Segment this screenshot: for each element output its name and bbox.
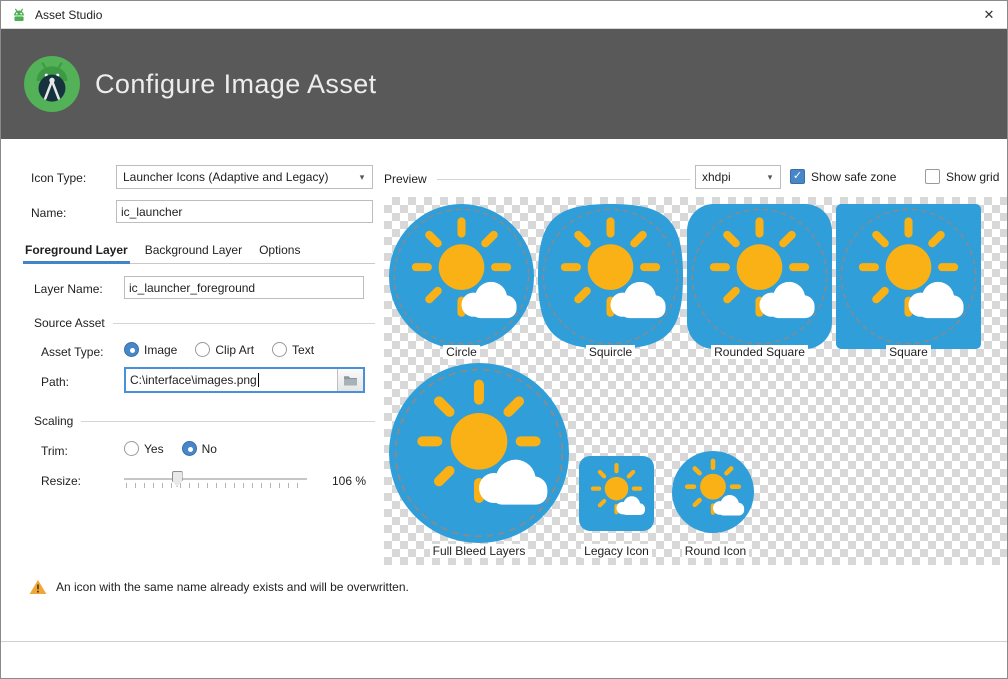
preview-tile-label: Squircle bbox=[538, 345, 683, 359]
preview-canvas: Circle Squircle Rounded Square Square Fu… bbox=[384, 197, 1008, 565]
show-grid-checkbox[interactable]: Show grid bbox=[925, 169, 999, 184]
checkbox-box bbox=[925, 169, 940, 184]
warning-icon bbox=[29, 579, 47, 595]
radio-image[interactable]: Image bbox=[124, 342, 177, 357]
preview-tile-label: Circle bbox=[389, 345, 534, 359]
slider-track[interactable] bbox=[124, 478, 307, 480]
footer: ? Previous Next Cancel Finish bbox=[1, 641, 1007, 679]
radio-trim-yes[interactable]: Yes bbox=[124, 441, 164, 456]
preview-tile-label: Full Bleed Layers bbox=[389, 544, 569, 558]
radio-text-label: Text bbox=[292, 343, 314, 357]
tab-options[interactable]: Options bbox=[257, 240, 302, 264]
preview-tile-label: Square bbox=[836, 345, 981, 359]
asset-type-radio-group: Image Clip Art Text bbox=[124, 342, 314, 357]
group-divider bbox=[81, 421, 375, 422]
preview-round-icon bbox=[672, 451, 754, 533]
asset-type-label: Asset Type: bbox=[41, 345, 103, 359]
radio-trim-yes-control bbox=[124, 441, 139, 456]
radio-trim-no-label: No bbox=[202, 442, 217, 456]
checkbox-check-icon: ✓ bbox=[790, 169, 805, 184]
name-input[interactable] bbox=[116, 200, 373, 223]
path-input[interactable]: C:\interface\images.png bbox=[126, 369, 337, 391]
group-divider bbox=[437, 179, 690, 180]
radio-trim-no[interactable]: No bbox=[182, 441, 217, 456]
android-studio-logo-icon bbox=[23, 55, 81, 113]
path-field: C:\interface\images.png bbox=[124, 367, 365, 393]
preview-tile-label: Rounded Square bbox=[687, 345, 832, 359]
asset-studio-dialog: Asset Studio ✕ Configure Image Asset Ico… bbox=[0, 0, 1008, 679]
warning-message: An icon with the same name already exist… bbox=[29, 579, 409, 595]
trim-label: Trim: bbox=[41, 444, 68, 458]
preview-full-bleed-icon bbox=[389, 363, 569, 543]
preview-square-icon bbox=[836, 204, 981, 349]
icon-type-dropdown[interactable]: Launcher Icons (Adaptive and Legacy) ▾ bbox=[116, 165, 373, 189]
radio-image-control bbox=[124, 342, 139, 357]
density-dropdown[interactable]: xhdpi ▾ bbox=[695, 165, 781, 189]
layer-name-label: Layer Name: bbox=[34, 282, 103, 296]
text-caret bbox=[258, 373, 259, 387]
source-asset-group: Source Asset bbox=[34, 316, 375, 330]
show-grid-label: Show grid bbox=[946, 170, 999, 184]
preview-tile-label: Round Icon bbox=[643, 544, 788, 558]
icon-type-value: Launcher Icons (Adaptive and Legacy) bbox=[117, 170, 352, 184]
density-value: xhdpi bbox=[696, 170, 760, 184]
radio-trim-yes-label: Yes bbox=[144, 442, 164, 456]
preview-label: Preview bbox=[384, 172, 427, 186]
browse-button[interactable] bbox=[337, 369, 363, 391]
radio-clip-art[interactable]: Clip Art bbox=[195, 342, 254, 357]
tab-foreground-layer[interactable]: Foreground Layer bbox=[23, 240, 130, 264]
preview-legacy-icon bbox=[579, 456, 654, 531]
resize-label: Resize: bbox=[41, 474, 81, 488]
icon-type-label: Icon Type: bbox=[31, 171, 86, 185]
radio-image-label: Image bbox=[144, 343, 177, 357]
source-asset-group-label: Source Asset bbox=[34, 316, 105, 330]
scaling-group: Scaling bbox=[34, 414, 375, 428]
dialog-header: Configure Image Asset bbox=[1, 29, 1007, 139]
group-divider bbox=[113, 323, 375, 324]
layer-name-input[interactable] bbox=[124, 276, 364, 299]
scaling-group-label: Scaling bbox=[34, 414, 73, 428]
show-safe-zone-checkbox[interactable]: ✓ Show safe zone bbox=[790, 169, 896, 184]
radio-clip-art-control bbox=[195, 342, 210, 357]
chevron-down-icon: ▾ bbox=[760, 172, 780, 183]
chevron-down-icon: ▾ bbox=[352, 172, 372, 183]
slider-ticks bbox=[126, 483, 305, 488]
radio-text[interactable]: Text bbox=[272, 342, 314, 357]
titlebar: Asset Studio ✕ bbox=[1, 1, 1007, 29]
trim-radio-group: Yes No bbox=[124, 441, 217, 456]
warning-text: An icon with the same name already exist… bbox=[56, 580, 409, 594]
radio-trim-no-control bbox=[182, 441, 197, 456]
preview-rounded-square-icon bbox=[687, 204, 832, 349]
show-safe-zone-label: Show safe zone bbox=[811, 170, 896, 184]
close-button[interactable]: ✕ bbox=[971, 1, 1007, 28]
android-icon bbox=[11, 7, 27, 23]
path-label: Path: bbox=[41, 375, 69, 389]
radio-text-control bbox=[272, 342, 287, 357]
tab-background-layer[interactable]: Background Layer bbox=[143, 240, 244, 264]
window-title: Asset Studio bbox=[35, 8, 102, 22]
folder-icon bbox=[343, 374, 358, 386]
page-title: Configure Image Asset bbox=[95, 69, 377, 100]
preview-squircle-icon bbox=[538, 204, 683, 349]
radio-clip-art-label: Clip Art bbox=[215, 343, 254, 357]
path-value: C:\interface\images.png bbox=[130, 373, 257, 387]
layer-tabs: Foreground Layer Background Layer Option… bbox=[23, 240, 375, 264]
name-label: Name: bbox=[31, 206, 66, 220]
resize-slider[interactable] bbox=[124, 469, 307, 491]
preview-circle-icon bbox=[389, 204, 534, 349]
resize-value: 106 % bbox=[332, 474, 366, 488]
preview-header: Preview bbox=[384, 172, 690, 186]
